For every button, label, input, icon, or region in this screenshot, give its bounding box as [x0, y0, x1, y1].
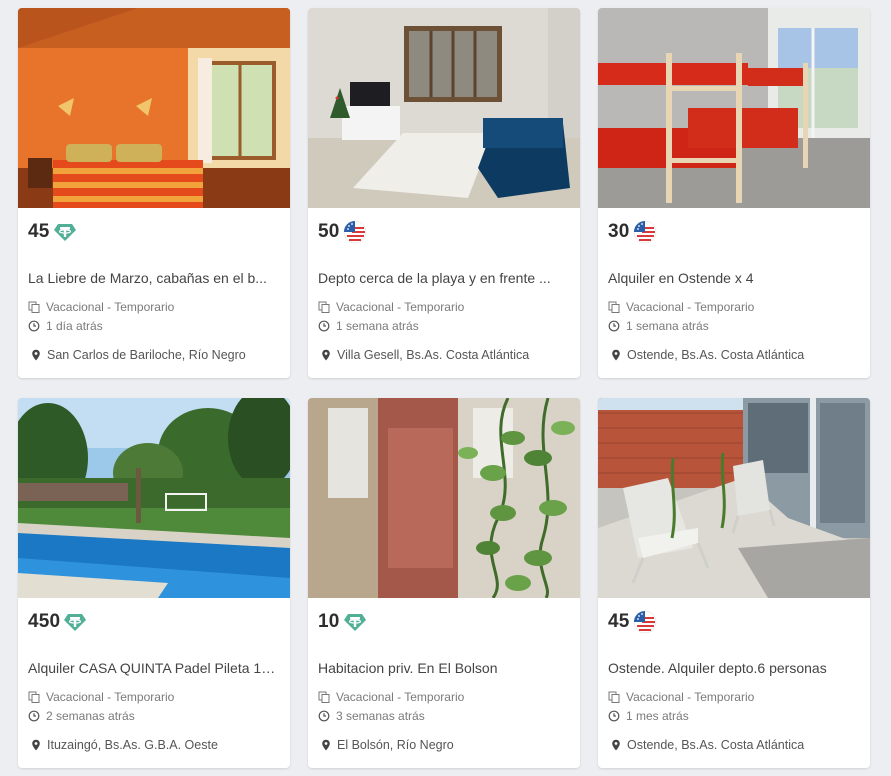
- clock-icon: [608, 710, 620, 722]
- category-row: Vacacional - Temporario: [318, 300, 464, 314]
- price-value: 10: [318, 611, 340, 632]
- listing-title[interactable]: Alquiler en Ostende x 4: [608, 270, 858, 286]
- category-row: Vacacional - Temporario: [608, 690, 754, 704]
- location-pin-icon: [612, 739, 620, 751]
- price-row: 50: [318, 220, 367, 244]
- posted-row: 1 mes atrás: [608, 709, 689, 723]
- location-label: Ostende, Bs.As. Costa Atlántica: [627, 348, 805, 362]
- location-label: Ostende, Bs.As. Costa Atlántica: [627, 738, 805, 752]
- posted-row: 3 semanas atrás: [318, 709, 425, 723]
- category-row: Vacacional - Temporario: [28, 690, 174, 704]
- location-pin-icon: [32, 739, 40, 751]
- location-label: Villa Gesell, Bs.As. Costa Atlántica: [337, 348, 530, 362]
- cabin-bedroom-photo[interactable]: [18, 8, 290, 208]
- price-value: 450: [28, 611, 61, 632]
- clock-icon: [318, 320, 330, 332]
- location-pin-icon: [322, 739, 330, 751]
- posted-label: 3 semanas atrás: [336, 709, 425, 723]
- living-room-photo[interactable]: [308, 8, 580, 208]
- tether-usdt-icon: [343, 614, 366, 631]
- posted-row: 1 semana atrás: [608, 319, 709, 333]
- location-row: El Bolsón, Río Negro: [320, 738, 454, 752]
- category-label: Vacacional - Temporario: [336, 300, 465, 314]
- listing-title[interactable]: Habitacion priv. En El Bolson: [318, 660, 568, 676]
- copy-icon: [28, 691, 40, 703]
- posted-label: 2 semanas atrás: [46, 709, 135, 723]
- location-row: Ituzaingó, Bs.As. G.B.A. Oeste: [30, 738, 218, 752]
- clock-icon: [28, 710, 40, 722]
- category-row: Vacacional - Temporario: [28, 300, 174, 314]
- category-label: Vacacional - Temporario: [626, 690, 755, 704]
- usd-flag-icon: [633, 610, 656, 634]
- category-row: Vacacional - Temporario: [608, 300, 754, 314]
- price-value: 50: [318, 221, 340, 242]
- price-row: 45: [28, 220, 77, 244]
- listing-card[interactable]: 45 La Liebre de Marzo, cabañas en el b..…: [18, 8, 290, 378]
- listing-card[interactable]: 450 Alquiler CASA QUINTA Padel Pileta 1e…: [18, 398, 290, 768]
- tether-usdt-icon: [53, 224, 76, 241]
- location-row: Ostende, Bs.As. Costa Atlántica: [610, 348, 804, 362]
- price-value: 45: [608, 611, 630, 632]
- patio-chairs-photo[interactable]: [598, 398, 870, 598]
- location-pin-icon: [322, 349, 330, 361]
- category-label: Vacacional - Temporario: [46, 690, 175, 704]
- listing-title[interactable]: Alquiler CASA QUINTA Padel Pileta 1e...: [28, 660, 278, 676]
- price-value: 30: [608, 221, 630, 242]
- posted-label: 1 mes atrás: [626, 709, 689, 723]
- copy-icon: [608, 691, 620, 703]
- posted-label: 1 día atrás: [46, 319, 103, 333]
- copy-icon: [318, 301, 330, 313]
- listing-card[interactable]: 45 Ostende. Alquiler depto.6 personas Va…: [598, 398, 870, 768]
- listing-card[interactable]: 30 Alquiler en Ostende x 4 Vacacional - …: [598, 8, 870, 378]
- pool-garden-photo[interactable]: [18, 398, 290, 598]
- clock-icon: [28, 320, 40, 332]
- plant-window-photo[interactable]: [308, 398, 580, 598]
- location-pin-icon: [612, 349, 620, 361]
- usd-flag-icon: [343, 220, 366, 244]
- price-row: 10: [318, 610, 367, 634]
- listing-card[interactable]: 10 Habitacion priv. En El Bolson Vacacio…: [308, 398, 580, 768]
- location-row: Villa Gesell, Bs.As. Costa Atlántica: [320, 348, 529, 362]
- posted-label: 1 semana atrás: [626, 319, 709, 333]
- location-row: Ostende, Bs.As. Costa Atlántica: [610, 738, 804, 752]
- posted-label: 1 semana atrás: [336, 319, 419, 333]
- bunk-beds-photo[interactable]: [598, 8, 870, 208]
- category-label: Vacacional - Temporario: [336, 690, 465, 704]
- listing-card[interactable]: 50 Depto cerca de la playa y en frente .…: [308, 8, 580, 378]
- listing-title[interactable]: Depto cerca de la playa y en frente ...: [318, 270, 568, 286]
- category-label: Vacacional - Temporario: [626, 300, 755, 314]
- category-row: Vacacional - Temporario: [318, 690, 464, 704]
- usd-flag-icon: [633, 220, 656, 244]
- posted-row: 1 semana atrás: [318, 319, 419, 333]
- price-row: 450: [28, 610, 87, 634]
- location-label: Ituzaingó, Bs.As. G.B.A. Oeste: [47, 738, 218, 752]
- location-label: San Carlos de Bariloche, Río Negro: [47, 348, 246, 362]
- location-pin-icon: [32, 349, 40, 361]
- location-label: El Bolsón, Río Negro: [337, 738, 454, 752]
- price-row: 45: [608, 610, 657, 634]
- copy-icon: [318, 691, 330, 703]
- listing-title[interactable]: Ostende. Alquiler depto.6 personas: [608, 660, 858, 676]
- clock-icon: [318, 710, 330, 722]
- listings-grid: 45 La Liebre de Marzo, cabañas en el b..…: [18, 8, 870, 768]
- location-row: San Carlos de Bariloche, Río Negro: [30, 348, 246, 362]
- copy-icon: [28, 301, 40, 313]
- posted-row: 2 semanas atrás: [28, 709, 135, 723]
- price-value: 45: [28, 221, 50, 242]
- listing-title[interactable]: La Liebre de Marzo, cabañas en el b...: [28, 270, 278, 286]
- category-label: Vacacional - Temporario: [46, 300, 175, 314]
- price-row: 30: [608, 220, 657, 244]
- posted-row: 1 día atrás: [28, 319, 103, 333]
- clock-icon: [608, 320, 620, 332]
- copy-icon: [608, 301, 620, 313]
- tether-usdt-icon: [64, 614, 87, 631]
